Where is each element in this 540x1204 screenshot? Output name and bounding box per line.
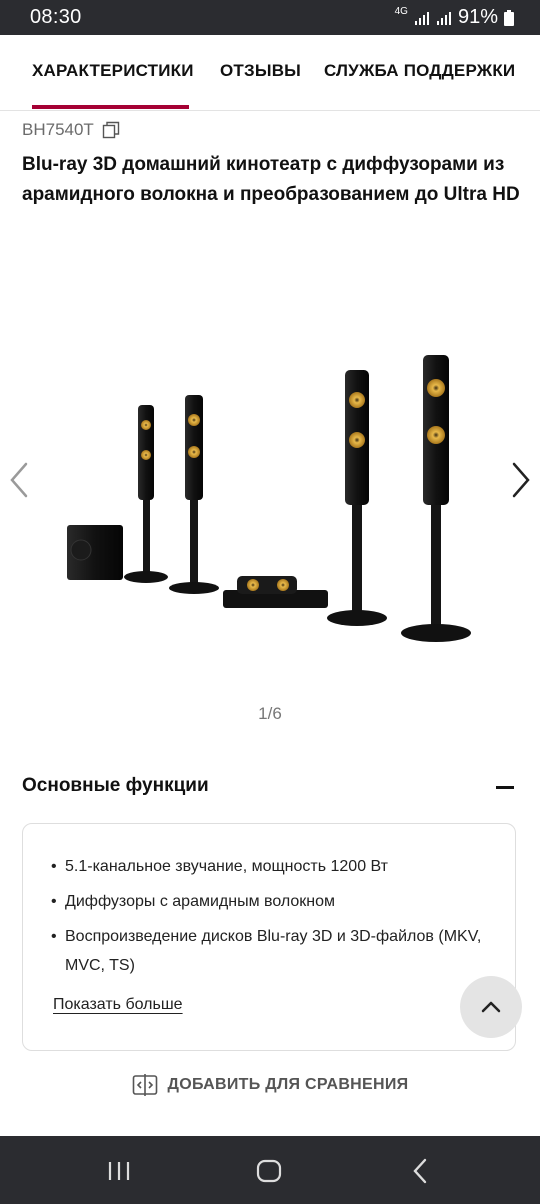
system-nav-bar [0,1136,540,1204]
active-tab-indicator [32,105,189,109]
status-bar: 08:30 4G 91% [0,0,540,35]
tab-characteristics[interactable]: ХАРАКТЕРИСТИКИ [32,61,194,81]
scroll-to-top-button[interactable] [460,976,522,1038]
network-type: 4G [394,5,408,17]
minus-icon[interactable] [496,786,514,789]
model-number: BH7540T [22,120,94,139]
battery-percent: 91% [457,6,498,28]
model-row: BH7540T [22,120,120,140]
compare-label: ДОБАВИТЬ ДЛЯ СРАВНЕНИЯ [167,1076,409,1093]
chevron-left-icon[interactable] [4,460,34,500]
chevron-right-icon[interactable] [506,460,536,500]
status-time: 08:30 [30,6,82,28]
features-title: Основные функции [22,775,209,796]
chevron-up-icon [481,1001,501,1013]
features-panel: 5.1-канальное звучание, мощность 1200 Вт… [22,823,516,1051]
feature-item: Воспроизведение дисков Blu-ray 3D и 3D-ф… [51,922,491,980]
tab-reviews[interactable]: ОТЗЫВЫ [220,61,301,81]
product-title: Blu-ray 3D домашний кинотеатр с диффузор… [22,154,520,205]
signal-icon [414,11,429,25]
feature-item: Диффузоры с арамидным волокном [51,887,491,916]
home-icon[interactable] [256,1159,282,1183]
compare-icon [132,1074,157,1096]
copy-icon[interactable] [102,121,120,139]
signal-icon-2 [436,11,451,25]
features-list: 5.1-канальное звучание, мощность 1200 Вт… [51,852,491,986]
product-image-carousel[interactable] [0,255,540,695]
carousel-page-indicator: 1/6 [258,704,282,723]
feature-item: 5.1-канальное звучание, мощность 1200 Вт [51,852,491,881]
add-to-compare-button[interactable]: ДОБАВИТЬ ДЛЯ СРАВНЕНИЯ [0,1074,540,1096]
features-accordion-header[interactable]: Основные функции [22,775,518,805]
show-more-link[interactable]: Показать больше [53,996,183,1014]
back-icon[interactable] [410,1158,430,1184]
tab-bar: ХАРАКТЕРИСТИКИ ОТЗЫВЫ СЛУЖБА ПОДДЕРЖКИ [0,35,540,111]
recent-apps-icon[interactable] [106,1160,132,1182]
product-image [67,355,471,642]
battery-icon [504,9,514,26]
status-indicators: 4G 91% [395,6,514,29]
tab-support[interactable]: СЛУЖБА ПОДДЕРЖКИ [324,61,515,81]
